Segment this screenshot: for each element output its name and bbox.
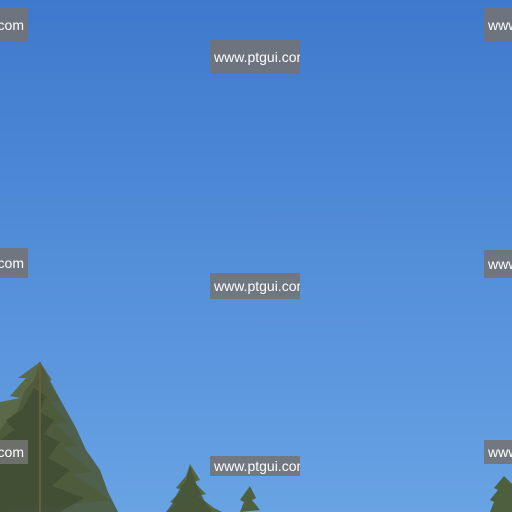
watermark-right-top: www [484,8,512,42]
right-pine-tree [490,476,512,512]
pine-trees [0,362,512,512]
watermark-center-mid: www.ptgui.com [210,273,300,299]
watermark-left-top: com [0,8,28,42]
watermark-left-mid: com [0,248,28,278]
watermark-right-mid: www [484,250,512,278]
watermark-right-bottom: www [484,440,512,464]
watermark-center-top: www.ptgui.com [210,40,300,74]
left-pine-tree [0,362,118,512]
watermark-left-bottom: com [0,440,28,464]
small-pine-tree [240,486,260,512]
panorama-sky-scene: www.ptgui.com www.ptgui.com www.ptgui.co… [0,0,512,512]
watermark-center-bottom: www.ptgui.com [210,456,300,476]
